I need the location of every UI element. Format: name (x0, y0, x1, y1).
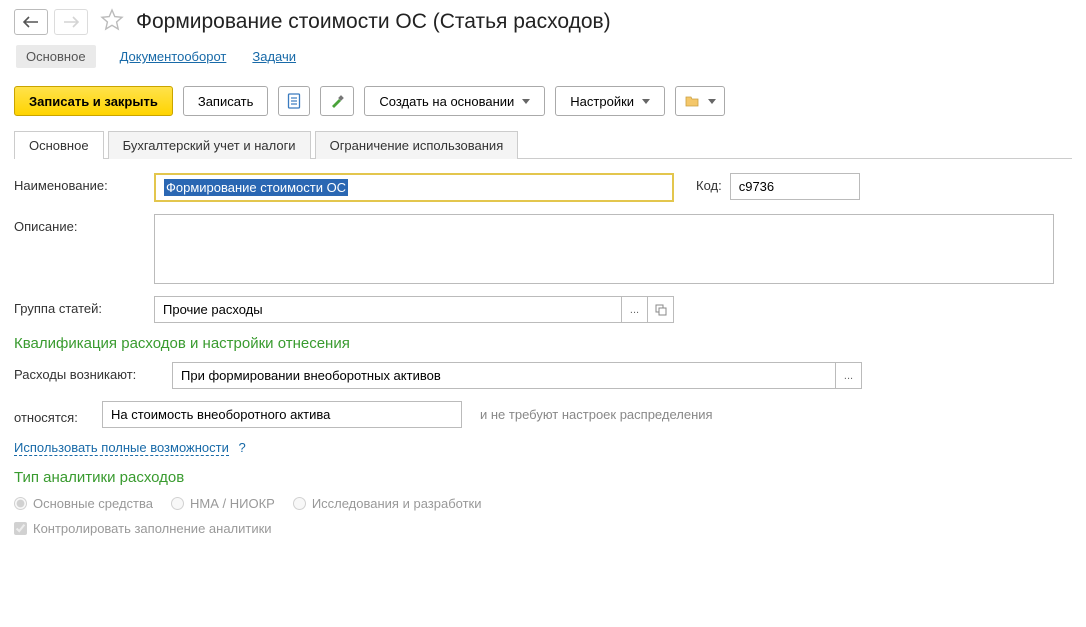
section-analytics-title: Тип аналитики расходов (14, 469, 1072, 486)
save-and-close-button[interactable]: Записать и закрыть (14, 86, 173, 116)
radio-research-input[interactable] (293, 497, 306, 510)
chevron-down-icon (522, 99, 530, 104)
attach-icon-button[interactable] (675, 86, 725, 116)
arise-input[interactable] (172, 362, 836, 389)
document-icon (287, 93, 301, 109)
radio-research[interactable]: Исследования и разработки (293, 496, 482, 511)
arise-label: Расходы возникают: (14, 362, 164, 382)
settings-button[interactable]: Настройки (555, 86, 665, 116)
radio-research-label: Исследования и разработки (312, 496, 482, 511)
description-textarea[interactable] (154, 214, 1054, 284)
linkbar-main[interactable]: Основное (16, 45, 96, 68)
control-fill-checkbox[interactable] (14, 522, 27, 535)
linkbar-tasks[interactable]: Задачи (250, 45, 298, 68)
control-fill-label: Контролировать заполнение аналитики (33, 521, 272, 536)
name-input[interactable]: Формирование стоимости ОС (154, 173, 674, 202)
arise-select-button[interactable]: ... (836, 362, 862, 389)
tab-restriction[interactable]: Ограничение использования (315, 131, 519, 159)
relate-hint: и не требуют настроек распределения (480, 407, 713, 422)
relate-label: относятся: (14, 405, 94, 425)
code-label: Код: (696, 173, 722, 193)
settings-label: Настройки (570, 94, 634, 109)
marker-icon-button[interactable] (320, 86, 354, 116)
group-open-button[interactable] (648, 296, 674, 323)
tab-main[interactable]: Основное (14, 131, 104, 159)
name-input-value: Формирование стоимости ОС (164, 179, 348, 196)
code-input[interactable] (730, 173, 860, 200)
save-button[interactable]: Записать (183, 86, 269, 116)
list-icon-button[interactable] (278, 86, 310, 116)
folder-icon (684, 93, 700, 109)
radio-nma-label: НМА / НИОКР (190, 496, 275, 511)
use-full-link[interactable]: Использовать полные возможности (14, 440, 229, 456)
relate-input[interactable] (102, 401, 462, 428)
radio-fixed-assets-input[interactable] (14, 497, 27, 510)
description-label: Описание: (14, 214, 146, 234)
group-label: Группа статей: (14, 296, 146, 316)
nav-forward-button[interactable] (54, 9, 88, 35)
radio-fixed-assets-label: Основные средства (33, 496, 153, 511)
radio-nma[interactable]: НМА / НИОКР (171, 496, 275, 511)
group-input[interactable] (154, 296, 622, 323)
tab-accounting[interactable]: Бухгалтерский учет и налоги (108, 131, 311, 159)
linkbar-docflow[interactable]: Документооборот (118, 45, 229, 68)
open-icon (655, 304, 667, 316)
help-icon[interactable]: ? (238, 440, 245, 455)
star-icon[interactable] (100, 8, 124, 35)
group-select-button[interactable]: ... (622, 296, 648, 323)
control-fill-check[interactable]: Контролировать заполнение аналитики (14, 521, 1072, 536)
name-label: Наименование: (14, 173, 146, 193)
chevron-down-icon (642, 99, 650, 104)
marker-icon (329, 93, 345, 109)
chevron-down-icon (708, 99, 716, 104)
radio-nma-input[interactable] (171, 497, 184, 510)
section-qualification-title: Квалификация расходов и настройки отнесе… (14, 335, 1072, 352)
radio-fixed-assets[interactable]: Основные средства (14, 496, 153, 511)
page-title: Формирование стоимости ОС (Статья расход… (136, 10, 611, 34)
create-based-label: Создать на основании (379, 94, 514, 109)
create-based-button[interactable]: Создать на основании (364, 86, 545, 116)
nav-back-button[interactable] (14, 9, 48, 35)
